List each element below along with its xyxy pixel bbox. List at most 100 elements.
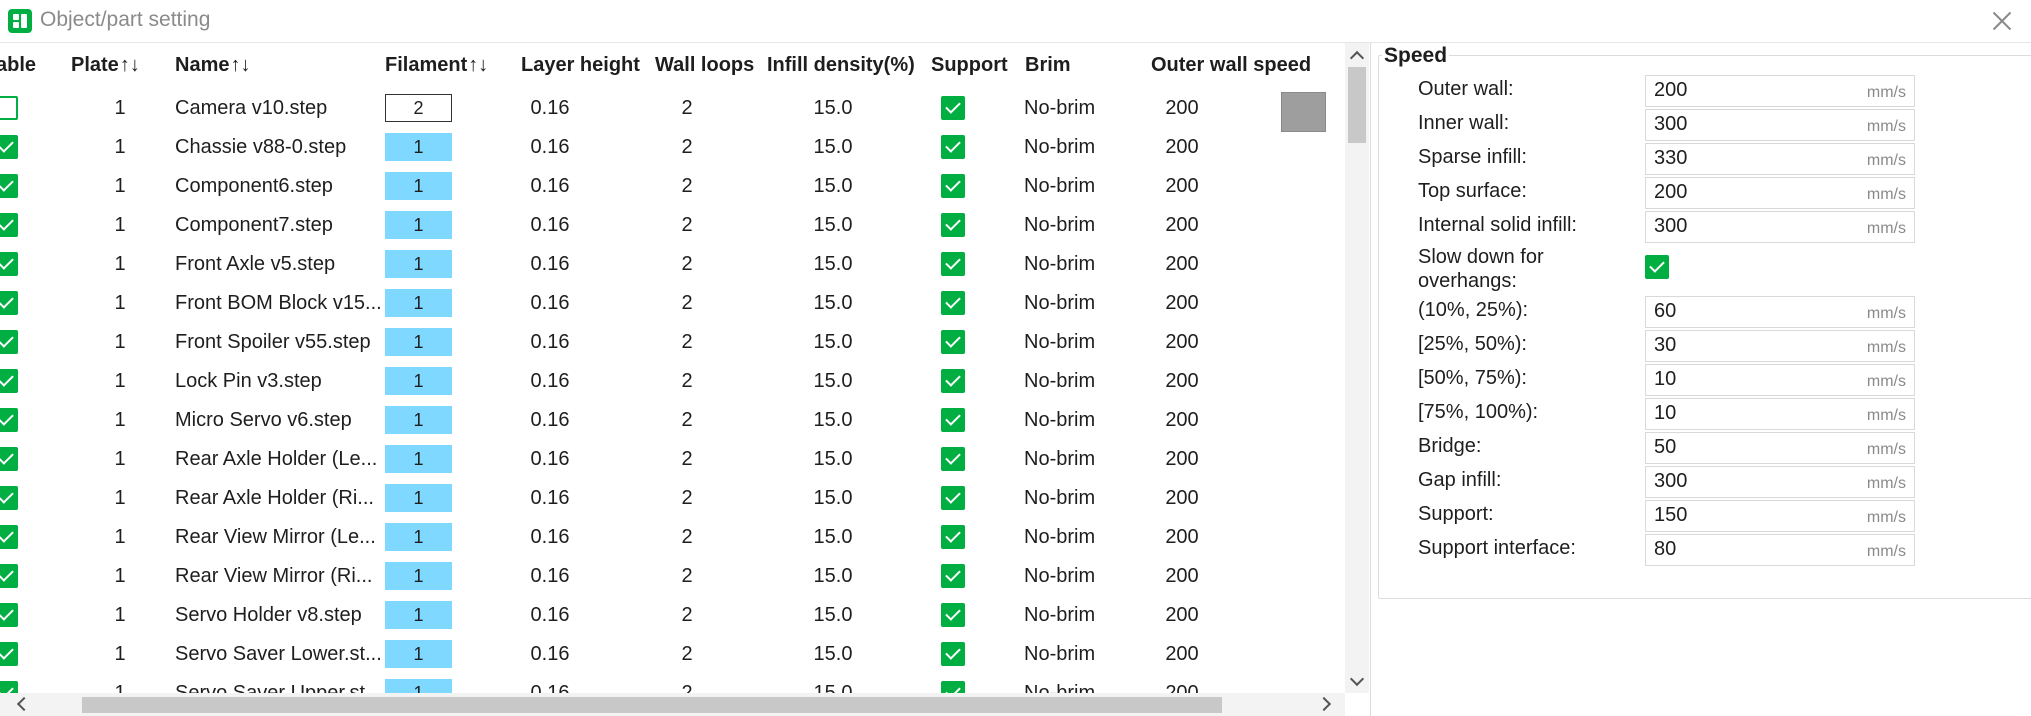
name-cell[interactable]: Front BOM Block v15... bbox=[175, 292, 382, 315]
wall-loops-cell[interactable]: 2 bbox=[672, 175, 702, 198]
layer-height-cell[interactable]: 0.16 bbox=[522, 214, 578, 237]
infill-density-cell[interactable]: 15.0 bbox=[808, 682, 858, 693]
support-checkbox[interactable] bbox=[941, 135, 965, 159]
brim-cell[interactable]: No-brim bbox=[1024, 643, 1095, 666]
header-brim[interactable]: Brim bbox=[1025, 54, 1071, 77]
filament-cell[interactable]: 1 bbox=[385, 640, 452, 668]
infill-density-cell[interactable]: 15.0 bbox=[808, 604, 858, 627]
filament-cell[interactable]: 1 bbox=[385, 211, 452, 239]
name-cell[interactable]: Lock Pin v3.step bbox=[175, 370, 322, 393]
filament-cell[interactable]: 1 bbox=[385, 679, 452, 693]
wall-loops-cell[interactable]: 2 bbox=[672, 97, 702, 120]
scroll-right-icon[interactable] bbox=[1316, 696, 1332, 712]
speed-field-input[interactable]: 10 mm/s bbox=[1645, 398, 1915, 430]
support-checkbox[interactable] bbox=[941, 369, 965, 393]
infill-density-cell[interactable]: 15.0 bbox=[808, 565, 858, 588]
infill-density-cell[interactable]: 15.0 bbox=[808, 136, 858, 159]
support-checkbox[interactable] bbox=[941, 603, 965, 627]
speed-field-input[interactable]: 10 mm/s bbox=[1645, 364, 1915, 396]
layer-height-cell[interactable]: 0.16 bbox=[522, 292, 578, 315]
table-row[interactable]: 1 Servo Saver Upper.st... 1 0.16 2 15.0 No-bri… bbox=[0, 674, 1345, 693]
speed-field-input[interactable]: 300 mm/s bbox=[1645, 211, 1915, 243]
layer-height-cell[interactable]: 0.16 bbox=[522, 448, 578, 471]
printable-checkbox[interactable] bbox=[0, 330, 18, 354]
speed-field-input[interactable]: 50 mm/s bbox=[1645, 432, 1915, 464]
layer-height-cell[interactable]: 0.16 bbox=[522, 682, 578, 693]
printable-checkbox[interactable] bbox=[0, 525, 18, 549]
outer-wall-speed-cell[interactable]: 200 bbox=[1163, 214, 1201, 237]
brim-cell[interactable]: No-brim bbox=[1024, 136, 1095, 159]
name-cell[interactable]: Servo Saver Lower.st... bbox=[175, 643, 382, 666]
layer-height-cell[interactable]: 0.16 bbox=[522, 253, 578, 276]
filament-cell[interactable]: 1 bbox=[385, 250, 452, 278]
header-infill-density[interactable]: Infill density(%) bbox=[767, 54, 915, 77]
printable-checkbox[interactable] bbox=[0, 369, 18, 393]
wall-loops-cell[interactable]: 2 bbox=[672, 682, 702, 693]
support-checkbox[interactable] bbox=[941, 252, 965, 276]
layer-height-cell[interactable]: 0.16 bbox=[522, 136, 578, 159]
table-row[interactable]: 1 Micro Servo v6.step 1 0.16 2 15.0 No-brim 200 bbox=[0, 401, 1345, 440]
printable-checkbox[interactable] bbox=[0, 174, 18, 198]
header-name[interactable]: Name↑↓ bbox=[175, 54, 250, 77]
name-cell[interactable]: Front Axle v5.step bbox=[175, 253, 335, 276]
scroll-down-icon[interactable] bbox=[1349, 671, 1365, 687]
printable-checkbox[interactable] bbox=[0, 642, 18, 666]
outer-wall-speed-cell[interactable]: 200 bbox=[1163, 97, 1201, 120]
speed-field-value[interactable]: 10 bbox=[1654, 402, 1676, 425]
table-row[interactable]: 1 Rear View Mirror (Le... 1 0.16 2 15.0 No-bri… bbox=[0, 518, 1345, 557]
infill-density-cell[interactable]: 15.0 bbox=[808, 214, 858, 237]
outer-wall-speed-cell[interactable]: 200 bbox=[1163, 565, 1201, 588]
brim-cell[interactable]: No-brim bbox=[1024, 604, 1095, 627]
wall-loops-cell[interactable]: 2 bbox=[672, 214, 702, 237]
brim-cell[interactable]: No-brim bbox=[1024, 487, 1095, 510]
table-row[interactable]: 1 Servo Saver Lower.st... 1 0.16 2 15.0 No-bri… bbox=[0, 635, 1345, 674]
outer-wall-speed-cell[interactable]: 200 bbox=[1163, 292, 1201, 315]
infill-density-cell[interactable]: 15.0 bbox=[808, 97, 858, 120]
speed-field-value[interactable]: 300 bbox=[1654, 113, 1687, 136]
filament-cell[interactable]: 1 bbox=[385, 601, 452, 629]
vertical-scroll-thumb[interactable] bbox=[1348, 67, 1366, 143]
speed-field-input[interactable]: 30 mm/s bbox=[1645, 330, 1915, 362]
speed-field-value[interactable]: 300 bbox=[1654, 215, 1687, 238]
printable-checkbox[interactable] bbox=[0, 681, 18, 693]
filament-cell[interactable]: 1 bbox=[385, 133, 452, 161]
wall-loops-cell[interactable]: 2 bbox=[672, 565, 702, 588]
printable-checkbox[interactable] bbox=[0, 408, 18, 432]
printable-checkbox[interactable] bbox=[0, 447, 18, 471]
speed-field-value[interactable]: 50 bbox=[1654, 436, 1676, 459]
brim-cell[interactable]: No-brim bbox=[1024, 214, 1095, 237]
horizontal-scroll-thumb[interactable] bbox=[82, 697, 1222, 713]
wall-loops-cell[interactable]: 2 bbox=[672, 643, 702, 666]
layer-height-cell[interactable]: 0.16 bbox=[522, 409, 578, 432]
support-checkbox[interactable] bbox=[941, 330, 965, 354]
table-row[interactable]: 1 Camera v10.step 2 0.16 2 15.0 No-brim 200 bbox=[0, 89, 1345, 128]
layer-height-cell[interactable]: 0.16 bbox=[522, 526, 578, 549]
wall-loops-cell[interactable]: 2 bbox=[672, 292, 702, 315]
outer-wall-speed-cell[interactable]: 200 bbox=[1163, 331, 1201, 354]
printable-checkbox[interactable] bbox=[0, 486, 18, 510]
slow-down-overhangs-checkbox[interactable] bbox=[1645, 255, 1669, 279]
infill-density-cell[interactable]: 15.0 bbox=[808, 253, 858, 276]
layer-height-cell[interactable]: 0.16 bbox=[522, 331, 578, 354]
support-checkbox[interactable] bbox=[941, 486, 965, 510]
infill-density-cell[interactable]: 15.0 bbox=[808, 292, 858, 315]
name-cell[interactable]: Chassie v88-0.step bbox=[175, 136, 346, 159]
printable-checkbox[interactable] bbox=[0, 135, 18, 159]
printable-checkbox[interactable] bbox=[0, 291, 18, 315]
printable-checkbox[interactable] bbox=[0, 213, 18, 237]
outer-wall-speed-cell[interactable]: 200 bbox=[1163, 526, 1201, 549]
header-filament[interactable]: Filament↑↓ bbox=[385, 54, 488, 77]
brim-cell[interactable]: No-brim bbox=[1024, 370, 1095, 393]
brim-cell[interactable]: No-brim bbox=[1024, 253, 1095, 276]
scroll-left-icon[interactable] bbox=[16, 696, 32, 712]
header-printable[interactable]: able bbox=[0, 54, 36, 77]
sort-arrows-icon[interactable]: ↑↓ bbox=[230, 54, 250, 76]
vertical-scrollbar[interactable] bbox=[1345, 43, 1369, 693]
speed-field-value[interactable]: 10 bbox=[1654, 368, 1676, 391]
filament-cell[interactable]: 1 bbox=[385, 484, 452, 512]
infill-density-cell[interactable]: 15.0 bbox=[808, 331, 858, 354]
table-row[interactable]: 1 Rear Axle Holder (Ri... 1 0.16 2 15.0 No-bri… bbox=[0, 479, 1345, 518]
support-checkbox[interactable] bbox=[941, 642, 965, 666]
table-row[interactable]: 1 Front Axle v5.step 1 0.16 2 15.0 No-brim 200 bbox=[0, 245, 1345, 284]
printable-checkbox[interactable] bbox=[0, 603, 18, 627]
